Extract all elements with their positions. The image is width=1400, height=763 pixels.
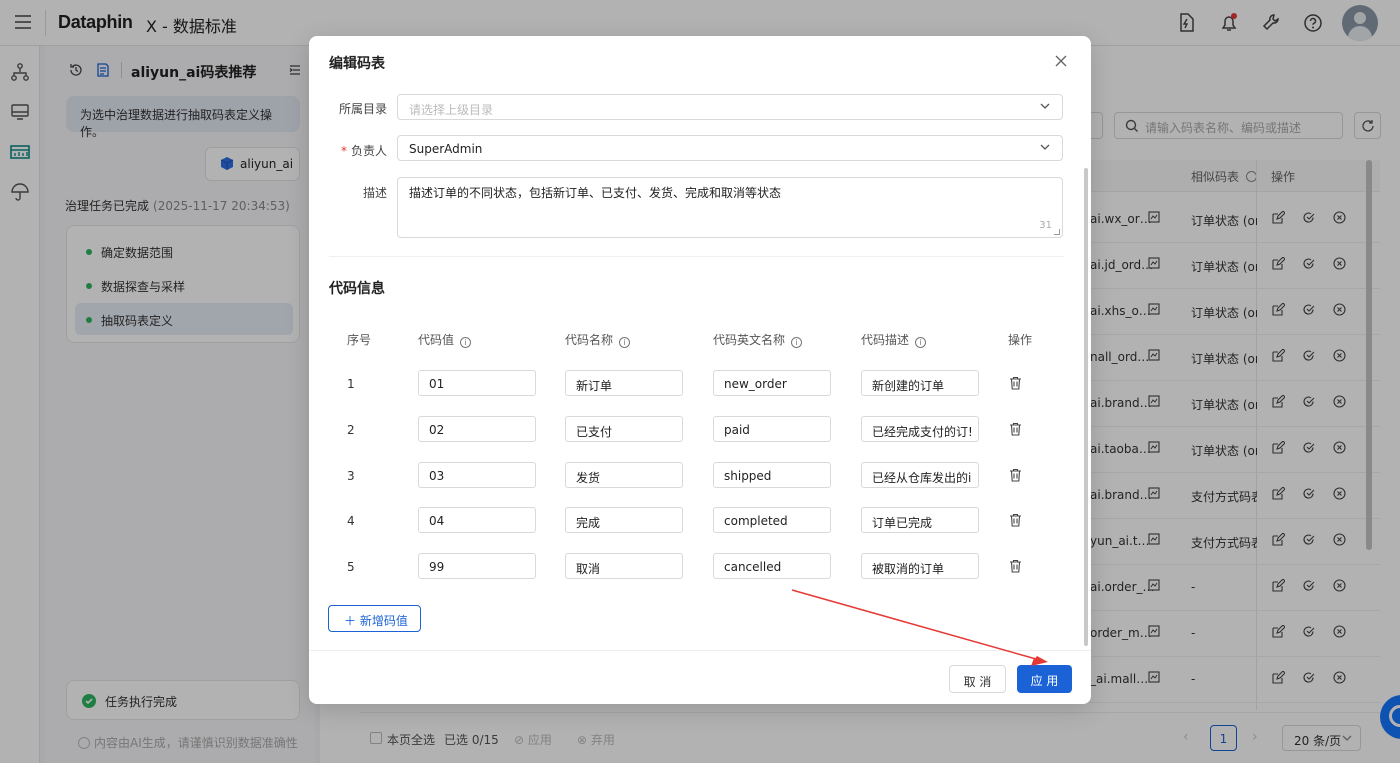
chevron-down-icon: [1040, 103, 1050, 109]
code-name-input[interactable]: 发货: [565, 462, 683, 488]
resize-handle[interactable]: [1054, 229, 1060, 235]
row-index: 3: [347, 469, 355, 483]
delete-icon[interactable]: [1009, 422, 1022, 436]
chevron-down-icon: [1040, 144, 1050, 150]
code-en-name-input[interactable]: completed: [713, 507, 831, 533]
dialog-scrollbar[interactable]: [1084, 168, 1088, 646]
code-desc-input[interactable]: 被取消的订单: [861, 553, 979, 579]
delete-icon[interactable]: [1009, 468, 1022, 482]
code-en-name-input[interactable]: paid: [713, 416, 831, 442]
dialog-title: 编辑码表: [329, 56, 385, 72]
close-icon[interactable]: [1055, 55, 1067, 67]
col-en-name: 代码英文名称 i: [713, 331, 803, 348]
apply-button[interactable]: 应 用: [1017, 665, 1072, 693]
delete-icon[interactable]: [1009, 513, 1022, 527]
code-name-input[interactable]: 完成: [565, 507, 683, 533]
code-value-input[interactable]: 04: [418, 507, 536, 533]
info-icon: i: [791, 337, 803, 348]
owner-label: * 负责人: [340, 144, 387, 158]
row-index: 4: [347, 514, 355, 528]
col-ops: 操作: [1008, 333, 1033, 347]
directory-placeholder: 请选择上级目录: [409, 103, 494, 117]
code-value-input[interactable]: 03: [418, 462, 536, 488]
edit-code-table-dialog: 编辑码表 所属目录 请选择上级目录 * 负责人 SuperAdmin 描述 描述订…: [309, 36, 1091, 704]
description-value: 描述订单的不同状态，包括新订单、已支付、发货、完成和取消等状态: [409, 186, 782, 200]
info-icon: i: [460, 337, 472, 348]
owner-select[interactable]: SuperAdmin: [397, 135, 1063, 161]
col-index: 序号: [347, 333, 372, 347]
code-desc-input[interactable]: 新创建的订单: [861, 370, 979, 396]
row-index: 1: [347, 377, 355, 391]
code-value-input[interactable]: 99: [418, 553, 536, 579]
description-textarea[interactable]: 描述订单的不同状态，包括新订单、已支付、发货、完成和取消等状态 31: [397, 177, 1063, 238]
code-desc-input[interactable]: 已经完成支付的订!: [861, 416, 979, 442]
code-en-name-input[interactable]: new_order: [713, 370, 831, 396]
add-code-button[interactable]: ＋ 新增码值: [328, 605, 421, 632]
info-icon: i: [915, 337, 927, 348]
code-info-title: 代码信息: [329, 281, 385, 297]
owner-value: SuperAdmin: [409, 142, 483, 156]
info-icon: i: [619, 337, 631, 348]
delete-icon[interactable]: [1009, 559, 1022, 573]
char-count: 31: [1039, 220, 1052, 231]
col-code: 代码值 i: [418, 331, 472, 348]
code-name-input[interactable]: 取消: [565, 553, 683, 579]
delete-icon[interactable]: [1009, 376, 1022, 390]
cancel-button[interactable]: 取 消: [949, 665, 1006, 693]
row-index: 5: [347, 560, 355, 574]
code-value-input[interactable]: 02: [418, 416, 536, 442]
desc-label: 描述: [362, 186, 387, 200]
code-name-input[interactable]: 新订单: [565, 370, 683, 396]
section-divider: [329, 256, 1064, 257]
row-index: 2: [347, 423, 355, 437]
code-value-input[interactable]: 01: [418, 370, 536, 396]
code-desc-input[interactable]: 已经从仓库发出的i: [861, 462, 979, 488]
code-en-name-input[interactable]: cancelled: [713, 553, 831, 579]
code-name-input[interactable]: 已支付: [565, 416, 683, 442]
code-desc-input[interactable]: 订单已完成: [861, 507, 979, 533]
directory-select[interactable]: 请选择上级目录: [397, 94, 1063, 120]
col-desc: 代码描述 i: [861, 331, 927, 348]
col-name: 代码名称 i: [565, 331, 631, 348]
dir-label: 所属目录: [338, 102, 387, 116]
code-en-name-input[interactable]: shipped: [713, 462, 831, 488]
footer-divider: [309, 650, 1091, 651]
